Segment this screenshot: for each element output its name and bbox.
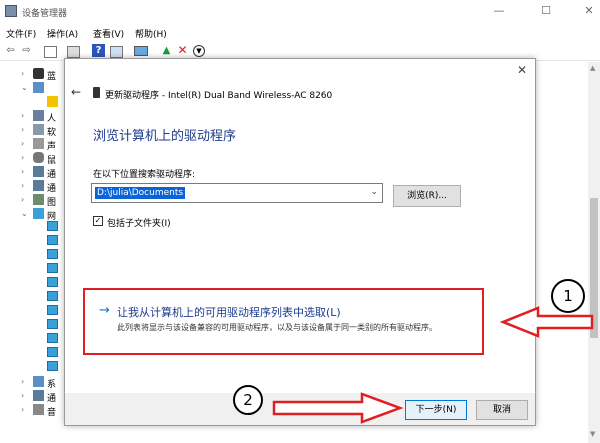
arrow-to-option-annotation	[499, 306, 594, 338]
step-circle-2: 2	[233, 385, 263, 415]
arrow-to-next-annotation	[272, 392, 404, 424]
step-circle-1: 1	[551, 279, 585, 313]
annotation-layer	[272, 306, 594, 424]
